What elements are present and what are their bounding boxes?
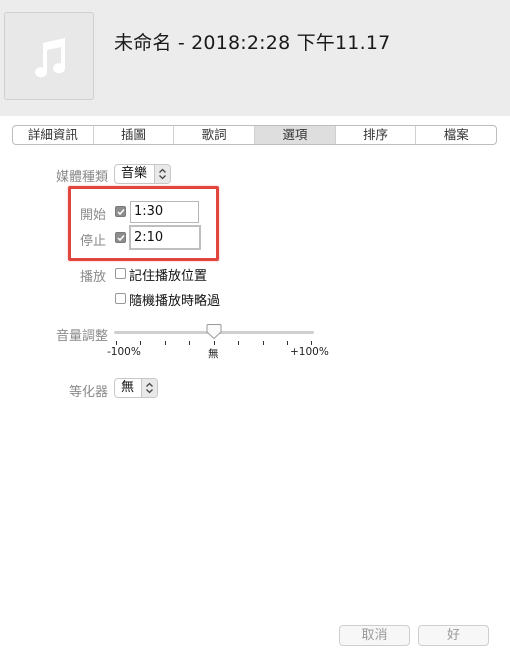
volume-mid-label: 無 [208, 348, 219, 360]
equalizer-value: 無 [121, 380, 135, 395]
skip-shuffle-checkbox[interactable] [115, 293, 126, 304]
cancel-button[interactable]: 取消 [339, 625, 410, 646]
equalizer-label: 等化器 [68, 385, 108, 400]
playback-label: 播放 [79, 270, 106, 285]
chevron-updown-icon [154, 165, 170, 183]
tick [263, 341, 264, 345]
tick [116, 341, 117, 345]
tick [140, 341, 141, 345]
remember-position-checkbox[interactable] [115, 268, 126, 279]
tab-sorting[interactable]: 排序 [336, 126, 417, 144]
volume-max-label: +100% [290, 346, 329, 358]
media-kind-label: 媒體種類 [55, 170, 108, 185]
tick [238, 341, 239, 345]
tick [287, 341, 288, 345]
tick [214, 341, 215, 345]
dialog-header: 未命名 - 2018:2:28 下午11.17 [0, 0, 510, 116]
tick [165, 341, 166, 345]
tick [189, 341, 190, 345]
volume-label: 音量調整 [55, 329, 108, 344]
ok-button[interactable]: 好 [418, 625, 489, 646]
volume-min-label: -100% [107, 346, 141, 358]
media-kind-value: 音樂 [121, 166, 148, 181]
tab-file[interactable]: 檔案 [416, 126, 496, 144]
tab-lyrics[interactable]: 歌詞 [174, 126, 256, 144]
tab-options[interactable]: 選項 [255, 126, 336, 144]
tab-details[interactable]: 詳細資訊 [13, 126, 94, 144]
annotation-highlight-box [68, 186, 219, 261]
tab-bar: 詳細資訊 插圖 歌詞 選項 排序 檔案 [12, 125, 497, 145]
chevron-updown-icon [141, 379, 157, 397]
volume-slider-knob[interactable] [206, 323, 222, 340]
music-note-icon [35, 38, 66, 78]
equalizer-select[interactable]: 無 [114, 378, 158, 398]
album-artwork[interactable] [4, 12, 94, 100]
song-title: 未命名 - 2018:2:28 下午11.17 [114, 32, 391, 54]
media-kind-select[interactable]: 音樂 [114, 164, 171, 184]
tab-artwork[interactable]: 插圖 [94, 126, 175, 144]
remember-position-label[interactable]: 記住播放位置 [129, 265, 207, 284]
skip-shuffle-label[interactable]: 隨機播放時略過 [129, 290, 220, 309]
tick [311, 341, 312, 345]
